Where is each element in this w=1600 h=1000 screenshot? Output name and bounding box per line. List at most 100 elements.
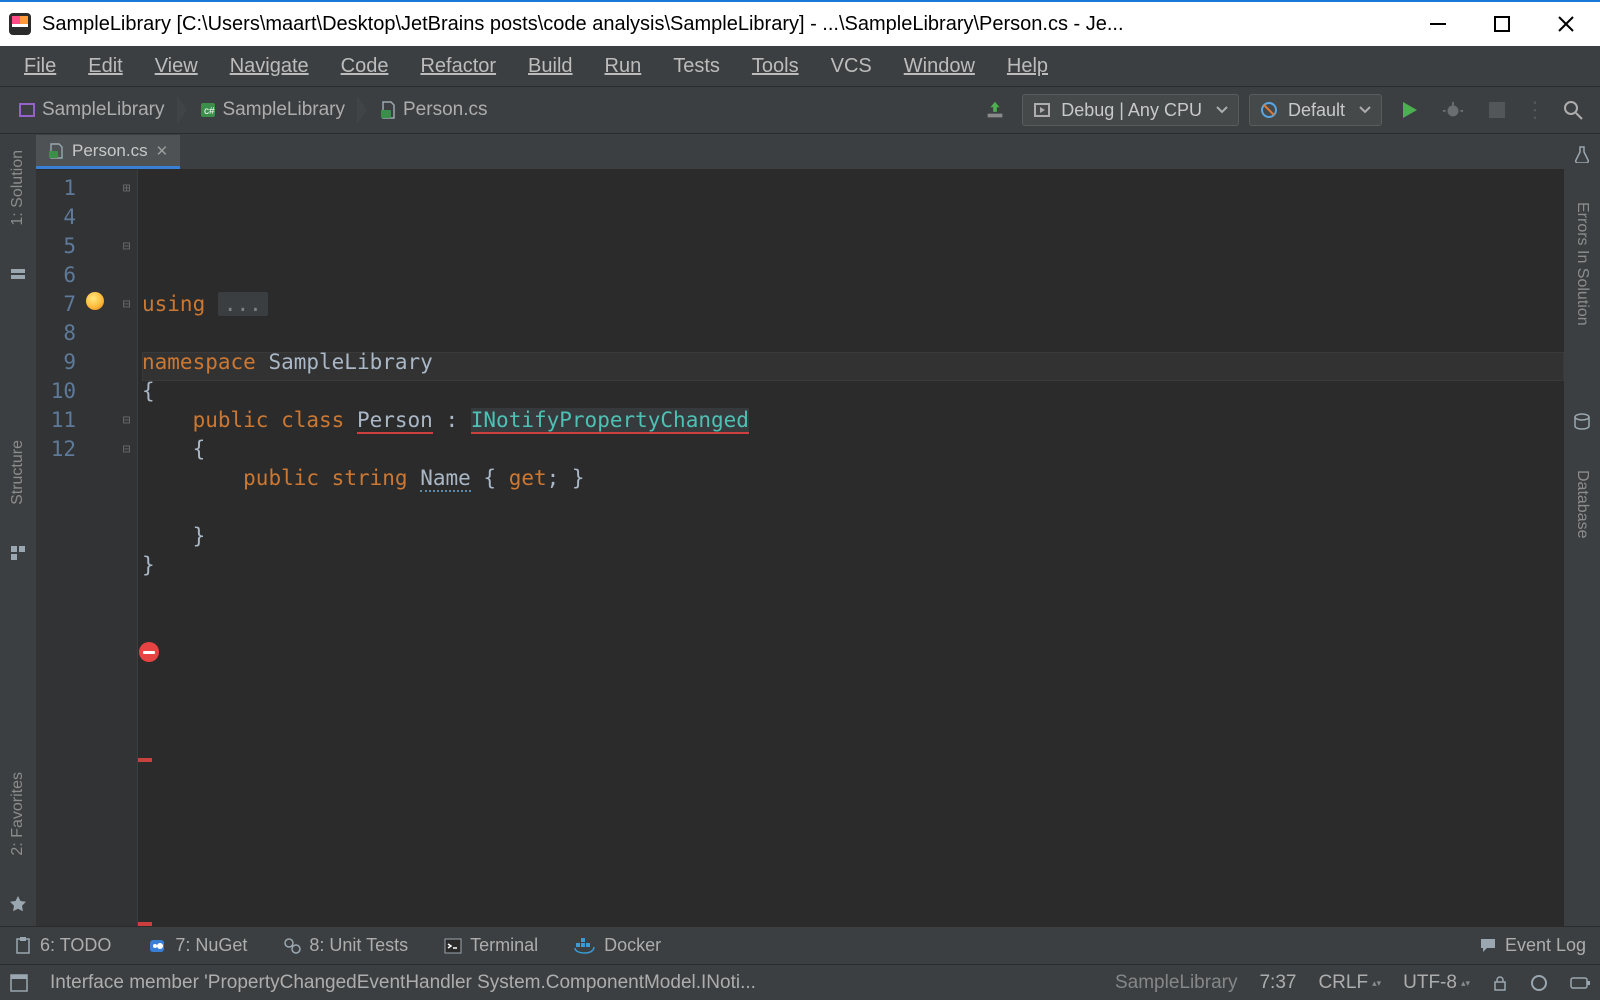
chevron-down-icon <box>1216 104 1228 116</box>
menu-refactor[interactable]: Refactor <box>406 51 510 82</box>
favorites-star-icon[interactable] <box>6 892 30 916</box>
tab-close-icon[interactable]: ✕ <box>156 142 169 160</box>
breadcrumb-solution[interactable]: SampleLibrary <box>10 96 177 124</box>
tool-nuget[interactable]: 7: NuGet <box>147 935 247 956</box>
inspection-profile-icon[interactable] <box>1530 974 1548 992</box>
tool-docker[interactable]: Docker <box>574 935 661 956</box>
lightbulb-icon[interactable] <box>86 292 104 310</box>
terminal-icon <box>444 937 462 955</box>
analysis-error-icon[interactable] <box>139 642 159 662</box>
tool-terminal[interactable]: Terminal <box>444 935 538 956</box>
database-icon[interactable] <box>1570 410 1594 434</box>
error-stripe <box>138 638 160 662</box>
menu-vcs[interactable]: VCS <box>817 51 886 82</box>
run-config-label: Debug | Any CPU <box>1061 100 1202 121</box>
menu-run[interactable]: Run <box>591 51 656 82</box>
lock-icon[interactable] <box>1492 975 1508 991</box>
memory-indicator-icon[interactable] <box>1570 975 1590 991</box>
tool-favorites[interactable]: 2: Favorites <box>7 764 29 864</box>
breadcrumb-file[interactable]: Person.cs <box>371 96 499 124</box>
debug-button[interactable] <box>1436 93 1470 127</box>
tool-unit-tests[interactable]: 8: Unit Tests <box>283 935 408 956</box>
speech-bubble-icon <box>1479 937 1497 955</box>
profile-icon <box>1260 101 1278 119</box>
svg-text:c#: c# <box>204 106 215 117</box>
breadcrumb-label: Person.cs <box>403 99 487 121</box>
status-bar: Interface member 'PropertyChangedEventHa… <box>0 964 1600 1000</box>
fold-collapse-icon[interactable]: ⊟ <box>116 290 137 319</box>
breadcrumb-project[interactable]: c# SampleLibrary <box>191 96 358 124</box>
tool-window-quick-access-icon[interactable] <box>10 974 28 992</box>
csharp-file-icon <box>379 101 397 119</box>
csproj-icon: c# <box>199 101 217 119</box>
code-editor[interactable]: 1 4 5 6 7 8 9 10 11 12 ⊞ ⊟ ⊟ <box>36 170 1564 926</box>
tool-database[interactable]: Database <box>1571 462 1593 547</box>
fold-end-icon[interactable]: ⊟ <box>116 406 137 435</box>
menu-view[interactable]: View <box>141 51 212 82</box>
menu-build[interactable]: Build <box>514 51 586 82</box>
window-minimize-button[interactable] <box>1426 12 1450 36</box>
menu-navigate[interactable]: Navigate <box>216 51 323 82</box>
menu-bar: File Edit View Navigate Code Refactor Bu… <box>0 46 1600 86</box>
docker-icon <box>574 937 596 955</box>
menu-edit[interactable]: Edit <box>74 51 136 82</box>
menu-help[interactable]: Help <box>993 51 1062 82</box>
tool-structure[interactable]: Structure <box>7 432 29 513</box>
breadcrumb-label: SampleLibrary <box>42 99 165 121</box>
line-number-gutter: 1 4 5 6 7 8 9 10 11 12 <box>36 170 86 926</box>
separator: ⋮ <box>1524 97 1546 123</box>
code-content[interactable]: using ... namespace SampleLibrary { publ… <box>138 170 1564 926</box>
chevron-down-icon <box>1359 104 1371 116</box>
bottom-tool-bar: 6: TODO 7: NuGet 8: Unit Tests Terminal … <box>0 926 1600 964</box>
breadcrumb-label: SampleLibrary <box>223 99 346 121</box>
tool-todo[interactable]: 6: TODO <box>14 935 111 956</box>
run-profile-dropdown[interactable]: Default <box>1249 94 1382 126</box>
tab-label: Person.cs <box>72 141 148 161</box>
run-configuration-dropdown[interactable]: Debug | Any CPU <box>1022 94 1239 126</box>
right-tool-stripe: Errors In Solution Database <box>1564 134 1600 926</box>
editor-tab-person[interactable]: Person.cs ✕ <box>36 135 180 169</box>
build-icon[interactable] <box>978 93 1012 127</box>
window-maximize-button[interactable] <box>1490 12 1514 36</box>
window-close-button[interactable] <box>1554 12 1578 36</box>
flask-icon[interactable] <box>1570 142 1594 166</box>
tool-solution[interactable]: 1: Solution <box>7 142 29 234</box>
collapsed-using-region[interactable]: ... <box>218 292 268 316</box>
run-profile-label: Default <box>1288 100 1345 121</box>
window-title: SampleLibrary [C:\Users\maart\Desktop\Je… <box>42 13 1426 36</box>
menu-tools[interactable]: Tools <box>738 51 813 82</box>
action-gutter <box>86 170 116 926</box>
search-everywhere-button[interactable] <box>1556 93 1590 127</box>
stop-button[interactable] <box>1480 93 1514 127</box>
fold-end-icon[interactable]: ⊟ <box>116 435 137 464</box>
error-marker[interactable] <box>138 922 152 926</box>
clipboard-icon <box>14 937 32 955</box>
run-button[interactable] <box>1392 93 1426 127</box>
editor-tabs: Person.cs ✕ <box>36 134 1564 170</box>
nuget-icon <box>147 937 167 955</box>
app-icon <box>6 10 34 38</box>
unit-tests-icon <box>283 937 301 955</box>
tool-event-log[interactable]: Event Log <box>1479 935 1586 956</box>
structure-icon[interactable] <box>6 541 30 565</box>
breadcrumbs: SampleLibrary c# SampleLibrary Person.cs <box>10 96 978 124</box>
menu-file[interactable]: File <box>10 51 70 82</box>
menu-code[interactable]: Code <box>327 51 403 82</box>
solution-explorer-icon[interactable] <box>6 262 30 286</box>
solution-icon <box>18 101 36 119</box>
error-marker[interactable] <box>138 758 152 762</box>
fold-gutter: ⊞ ⊟ ⊟ ⊟ ⊟ <box>116 170 138 926</box>
csharp-file-icon <box>48 143 64 159</box>
menu-window[interactable]: Window <box>890 51 989 82</box>
fold-collapse-icon[interactable]: ⊟ <box>116 232 137 261</box>
debug-config-icon <box>1033 101 1051 119</box>
left-tool-stripe: 1: Solution Structure 2: Favorites <box>0 134 36 926</box>
fold-expand-icon[interactable]: ⊞ <box>116 174 137 203</box>
status-context[interactable]: SampleLibrary <box>1115 972 1238 994</box>
status-encoding[interactable]: UTF-8▴▾ <box>1403 972 1470 994</box>
status-line-separator[interactable]: CRLF▴▾ <box>1318 972 1381 994</box>
menu-tests[interactable]: Tests <box>659 51 734 82</box>
navigation-toolbar: SampleLibrary c# SampleLibrary Person.cs… <box>0 86 1600 134</box>
tool-errors[interactable]: Errors In Solution <box>1571 194 1593 334</box>
status-caret-position[interactable]: 7:37 <box>1259 972 1296 994</box>
